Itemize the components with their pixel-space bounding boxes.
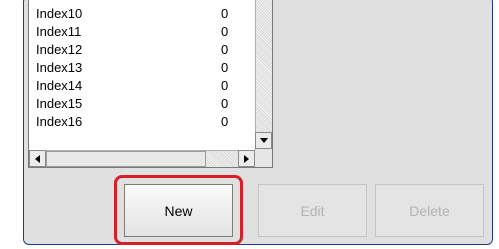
arrow-left-icon (35, 154, 40, 163)
delete-button[interactable]: Delete (375, 184, 484, 237)
list-item[interactable]: Index14 0 (36, 77, 251, 95)
index-list-content: Index10 0 Index11 0 Index12 0 Index13 0 … (29, 0, 255, 150)
arrow-right-icon (244, 154, 249, 163)
arrow-down-icon (259, 138, 268, 143)
list-item-value: 0 (221, 60, 229, 75)
list-item[interactable]: Index15 0 (36, 95, 251, 113)
list-item[interactable]: Index12 0 (36, 41, 251, 59)
list-item-name: Index13 (36, 60, 83, 75)
list-item-value: 0 (221, 6, 229, 21)
list-item-value: 0 (221, 114, 229, 129)
edit-button[interactable]: Edit (258, 184, 367, 237)
list-item-name: Index10 (36, 6, 83, 21)
list-item-value: 0 (221, 24, 229, 39)
list-item[interactable]: Index16 0 (36, 113, 251, 131)
vertical-scrollbar[interactable] (255, 0, 272, 150)
list-item-value: 0 (221, 78, 229, 93)
scroll-right-button[interactable] (238, 150, 255, 167)
list-item-name: Index12 (36, 42, 83, 57)
index-list: Index10 0 Index11 0 Index12 0 Index13 0 … (28, 0, 273, 168)
list-item-name: Index15 (36, 96, 83, 111)
horizontal-scroll-thumb[interactable] (46, 151, 206, 167)
list-item-name: Index16 (36, 114, 83, 129)
list-item[interactable]: Index11 0 (36, 23, 251, 41)
list-item-value: 0 (221, 96, 229, 111)
list-item-name: Index11 (36, 24, 82, 39)
new-button[interactable]: New (124, 184, 233, 237)
scroll-down-button[interactable] (255, 132, 272, 149)
list-item[interactable]: Index13 0 (36, 59, 251, 77)
list-item-value: 0 (221, 42, 229, 57)
list-item-name: Index14 (36, 78, 83, 93)
horizontal-scrollbar[interactable] (29, 150, 255, 167)
list-item[interactable]: Index10 0 (36, 5, 251, 23)
scrollbar-corner (255, 150, 272, 167)
scroll-left-button[interactable] (29, 150, 46, 167)
